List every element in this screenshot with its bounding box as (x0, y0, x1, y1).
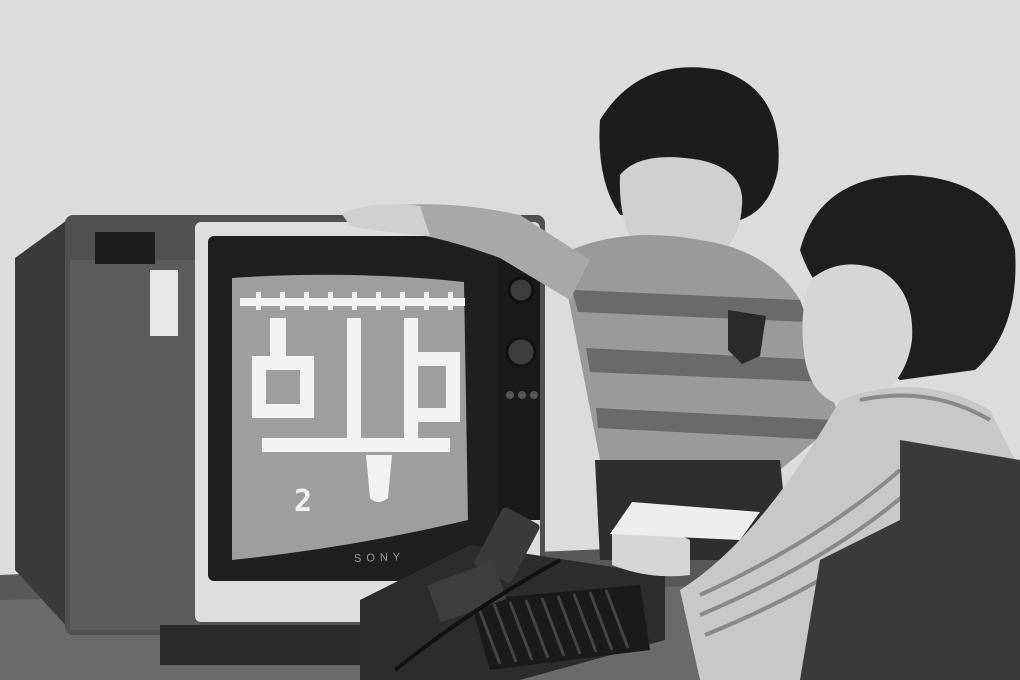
game-maze-bar-1 (347, 318, 361, 438)
game-bucket (366, 455, 392, 502)
game-maze-left-stem (270, 318, 286, 362)
tv-vent (95, 232, 155, 264)
game-maze-right-box-bottom (418, 408, 460, 422)
tv-button-2 (518, 391, 526, 399)
tv-knob-middle (505, 336, 537, 368)
tv-brand-label: SONY (353, 551, 406, 565)
tv-foot (160, 625, 390, 665)
photo-illustration (0, 0, 1020, 680)
tv-side-panel (15, 218, 70, 630)
tv-wood-grain (70, 260, 200, 630)
game-maze-left-box-bottom (252, 404, 314, 418)
photo-scene: 2 SONY (0, 0, 1020, 680)
tv-button-1 (506, 391, 514, 399)
game-maze-bar-2 (404, 318, 418, 438)
tv-label-sticker (150, 270, 178, 336)
game-maze-floor (262, 438, 450, 452)
tv-knob-top (507, 276, 535, 304)
tv-button-3 (530, 391, 538, 399)
game-score: 2 (294, 484, 315, 519)
